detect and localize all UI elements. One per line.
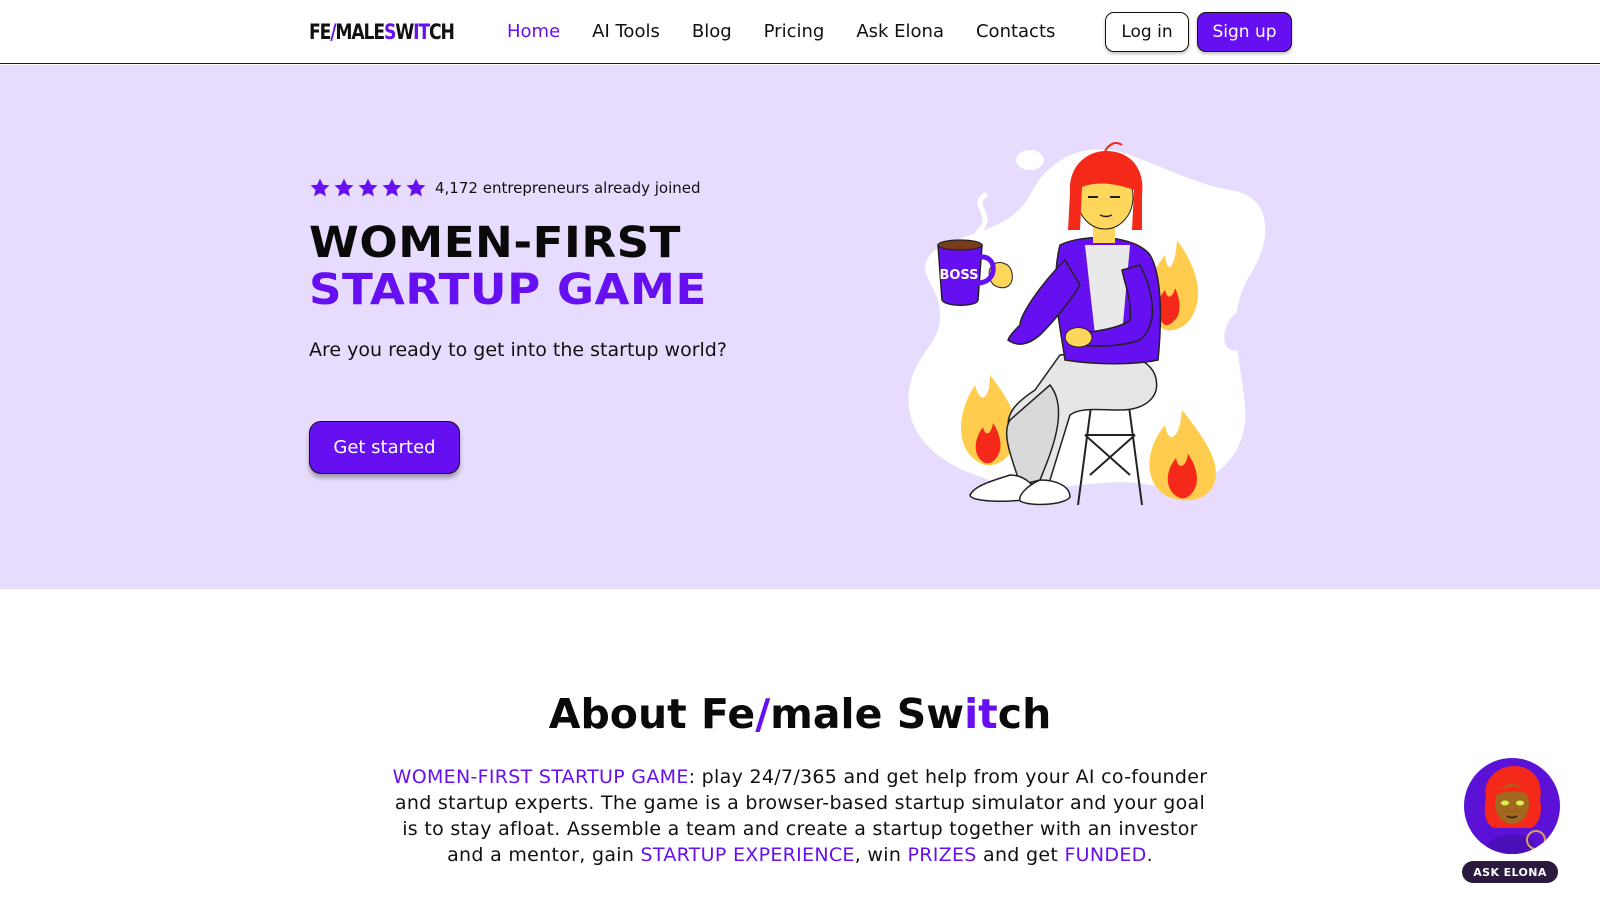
elona-avatar-icon	[1484, 766, 1546, 854]
nav-ask-elona[interactable]: Ask Elona	[856, 19, 944, 45]
hero-title-line2: STARTUP GAME	[309, 265, 707, 315]
rating-stars	[309, 177, 427, 199]
about-title-highlight: it	[964, 690, 998, 738]
about-description: WOMEN-FIRST STARTUP GAME: play 24/7/365 …	[390, 764, 1210, 868]
about-text-part: , win	[854, 844, 908, 866]
hero-section: 4,172 entrepreneurs already joined WOMEN…	[0, 65, 1600, 589]
blob-dot	[1016, 150, 1044, 170]
hero-title-line1: WOMEN-FIRST	[309, 218, 681, 268]
about-title-text: male Sw	[770, 690, 965, 738]
hand-right	[1064, 327, 1093, 348]
ask-elona-label[interactable]: ASK ELONA	[1462, 861, 1558, 883]
highlight-prizes[interactable]: PRIZES	[908, 844, 977, 866]
nav-home[interactable]: Home	[507, 19, 560, 45]
signup-button[interactable]: Sign up	[1197, 12, 1292, 52]
nav-blog[interactable]: Blog	[692, 19, 732, 45]
nav-contacts[interactable]: Contacts	[976, 19, 1055, 45]
logo-text: S	[383, 20, 396, 44]
star-icon	[334, 178, 354, 197]
star-icon	[406, 178, 426, 197]
svg-text:BOSS: BOSS	[939, 268, 978, 283]
about-title: About Fe/male Switch	[0, 690, 1600, 738]
elona-avatar[interactable]	[1464, 758, 1560, 854]
nav-pricing[interactable]: Pricing	[764, 19, 825, 45]
main-nav: Home AI Tools Blog Pricing Ask Elona Con…	[507, 19, 1087, 45]
logo-text: FE	[309, 20, 331, 44]
brand-logo[interactable]: FE / MALE S W IT CH	[309, 19, 455, 45]
highlight-experience[interactable]: STARTUP EXPERIENCE	[641, 844, 855, 866]
logo-text: W	[395, 20, 414, 44]
highlight-game[interactable]: WOMEN-FIRST STARTUP GAME	[393, 766, 689, 788]
about-title-text: About Fe	[548, 690, 756, 738]
star-icon	[358, 178, 378, 197]
logo-text: IT	[413, 20, 430, 44]
hero-subtitle: Are you ready to get into the startup wo…	[309, 339, 727, 361]
ask-elona-widget[interactable]: ASK ELONA	[1462, 758, 1560, 884]
rating-text: 4,172 entrepreneurs already joined	[435, 179, 701, 197]
get-started-button[interactable]: Get started	[309, 421, 460, 474]
highlight-funded[interactable]: FUNDED	[1064, 844, 1146, 866]
logo-text: CH	[428, 20, 455, 44]
about-text-part: .	[1146, 844, 1153, 866]
site-header: FE / MALE S W IT CH Home AI Tools Blog Pricin…	[0, 0, 1600, 64]
star-icon	[382, 178, 402, 197]
about-title-text: ch	[997, 690, 1052, 738]
login-button[interactable]: Log in	[1105, 12, 1189, 52]
rating: 4,172 entrepreneurs already joined	[309, 177, 701, 199]
nav-ai-tools[interactable]: AI Tools	[592, 19, 660, 45]
boss-woman-illustration: BOSS	[908, 142, 1266, 506]
star-icon	[310, 178, 330, 197]
about-text-part: and get	[976, 844, 1065, 866]
logo-text: MALE	[335, 20, 385, 44]
about-title-slash: /	[755, 690, 771, 738]
